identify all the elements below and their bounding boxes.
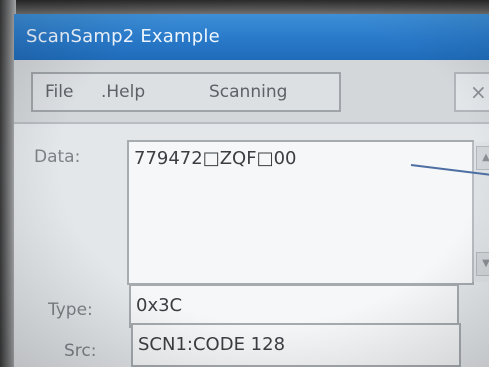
close-button[interactable]: × bbox=[454, 72, 489, 112]
src-value: SCN1:CODE 128 bbox=[138, 334, 286, 355]
src-label: Src: bbox=[64, 341, 97, 361]
scroll-down-icon[interactable]: ▼ bbox=[476, 252, 489, 276]
menu-bar: File .Help Scanning × bbox=[14, 60, 489, 124]
window-title: ScanSamp2 Example bbox=[14, 14, 489, 60]
menu-scanning[interactable]: Scanning bbox=[209, 74, 287, 110]
app-window: ScanSamp2 Example File .Help Scanning × … bbox=[14, 14, 489, 367]
menu-help[interactable]: .Help bbox=[101, 74, 145, 110]
data-value: 779472□ZQF□00 bbox=[134, 148, 297, 169]
type-value: 0x3C bbox=[136, 295, 183, 316]
data-label: Data: bbox=[34, 147, 81, 167]
menu-strip: File .Help Scanning bbox=[31, 72, 341, 112]
close-icon: × bbox=[470, 80, 487, 104]
scroll-up-icon[interactable]: ▲ bbox=[476, 146, 489, 170]
data-field[interactable]: 779472□ZQF□00 bbox=[127, 140, 474, 285]
type-label: Type: bbox=[48, 300, 93, 320]
src-field[interactable]: SCN1:CODE 128 bbox=[131, 323, 461, 367]
menu-file[interactable]: File bbox=[45, 74, 73, 110]
data-scrollbar[interactable]: ▲ ▼ bbox=[472, 142, 489, 282]
type-field[interactable]: 0x3C bbox=[129, 284, 459, 328]
